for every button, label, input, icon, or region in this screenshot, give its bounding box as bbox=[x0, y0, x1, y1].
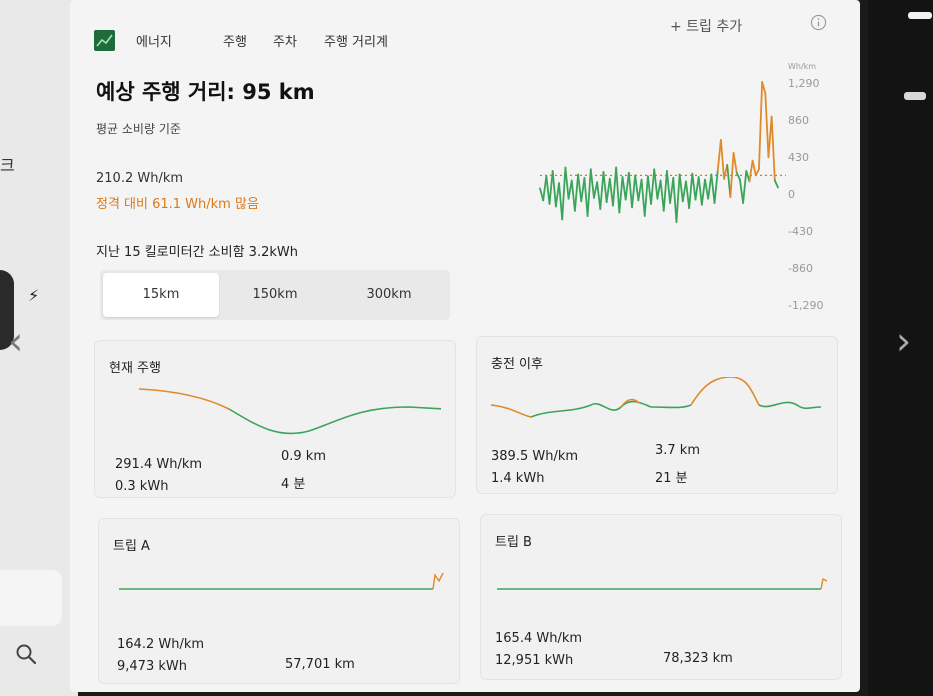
chevron-right-icon[interactable]: › bbox=[896, 322, 911, 360]
chart-line-segment bbox=[574, 173, 579, 212]
chart-line-segment bbox=[688, 172, 694, 210]
chart-line-segment bbox=[643, 175, 649, 217]
chart-line-segment bbox=[615, 166, 621, 214]
sparkline bbox=[119, 572, 444, 590]
chart-line-segment bbox=[577, 173, 583, 203]
range-selector: 15km 150km 300km bbox=[100, 270, 450, 320]
tab-trip-odometer[interactable]: 주행 거리계 bbox=[324, 31, 388, 50]
chart-line-segment bbox=[748, 159, 754, 183]
chart-line-segment bbox=[773, 179, 779, 189]
chart-line-segment bbox=[631, 174, 637, 209]
chevron-left-icon[interactable]: ‹ bbox=[8, 322, 23, 360]
tile-stat: 9,473 kWh bbox=[117, 659, 187, 674]
y-tick-label: 430 bbox=[788, 151, 809, 164]
tab-park[interactable]: 주차 bbox=[273, 31, 297, 50]
chart-line-segment bbox=[735, 171, 741, 181]
y-tick-label: 0 bbox=[788, 188, 795, 201]
recent-consumption-label: 지난 15 킬로미터간 소비함 3.2kWh bbox=[96, 245, 298, 260]
tile-stat: 1.4 kWh bbox=[491, 471, 545, 486]
estimated-range-title: 예상 주행 거리: 95 km bbox=[96, 80, 315, 104]
chart-unit: Wh/km bbox=[788, 62, 817, 71]
tile-stat: 291.4 Wh/km bbox=[115, 457, 203, 472]
chart-line-segment bbox=[602, 170, 608, 204]
tile-stat: 21 분 bbox=[655, 471, 688, 486]
chart-line-segment bbox=[650, 168, 656, 205]
chart-line-segment bbox=[551, 170, 557, 208]
tile-stat: 78,323 km bbox=[663, 651, 733, 666]
y-tick-label: 1,290 bbox=[788, 77, 820, 90]
chart-line-segment bbox=[653, 168, 659, 200]
tile-trip-b[interactable]: 트립 B 165.4 Wh/km 12,951 kWh 78,323 km bbox=[480, 514, 842, 680]
tile-stat: 164.2 Wh/km bbox=[117, 637, 205, 652]
y-tick-label: 860 bbox=[788, 114, 809, 127]
tile-stat: 57,701 km bbox=[285, 657, 355, 672]
chart-line-segment bbox=[599, 170, 605, 210]
chart-line-segment bbox=[754, 168, 760, 177]
chart-line-segment bbox=[770, 115, 776, 182]
chart-line-segment bbox=[719, 139, 725, 180]
tile-stat: 3.7 km bbox=[655, 443, 700, 458]
tile-title: 충전 이후 bbox=[491, 357, 543, 372]
left-background-panel: 크 ⚡ ‹ bbox=[0, 0, 78, 696]
tile-trip-a[interactable]: 트립 A 164.2 Wh/km 9,473 kWh 57,701 km bbox=[98, 518, 460, 684]
chart-line-segment bbox=[627, 171, 633, 209]
left-fragment-text: 크 bbox=[0, 156, 15, 175]
chart-line-segment bbox=[662, 170, 668, 212]
chart-line-segment bbox=[589, 168, 595, 199]
info-icon[interactable] bbox=[810, 14, 827, 31]
chart-line-segment bbox=[700, 178, 706, 206]
app-title: 에너지 bbox=[136, 35, 172, 50]
chart-line-segment bbox=[697, 176, 703, 206]
energy-card: 에너지 주행 주차 주행 거리계 + 트립 추가 예상 주행 거리: 95 km… bbox=[70, 0, 860, 692]
ceiling-light bbox=[904, 92, 926, 100]
tile-stat: 0.3 kWh bbox=[115, 479, 169, 494]
tile-stat: 389.5 Wh/km bbox=[491, 449, 579, 464]
tile-stat: 4 분 bbox=[281, 477, 306, 492]
range-tab-150km[interactable]: 150km bbox=[217, 273, 333, 317]
chart-line-segment bbox=[672, 177, 678, 223]
chart-line-segment bbox=[640, 178, 646, 217]
tile-stat: 12,951 kWh bbox=[495, 653, 574, 668]
search-icon[interactable] bbox=[14, 642, 38, 666]
bolt-icon: ⚡ bbox=[28, 286, 40, 305]
left-card bbox=[0, 570, 62, 626]
average-consumption: 210.2 Wh/km bbox=[96, 171, 184, 186]
ceiling-light bbox=[908, 12, 932, 19]
chart-line-segment bbox=[618, 176, 624, 214]
sparkline bbox=[497, 577, 827, 590]
range-tab-15km[interactable]: 15km bbox=[103, 273, 219, 317]
tile-title: 트립 B bbox=[495, 535, 532, 550]
tab-drive[interactable]: 주행 bbox=[223, 31, 247, 50]
consumption-difference: 정격 대비 61.1 Wh/km 많음 bbox=[96, 197, 259, 212]
sparkline bbox=[491, 377, 822, 418]
chart-line-segment bbox=[666, 170, 672, 204]
chart-line-segment bbox=[564, 166, 570, 200]
chart-line-segment bbox=[742, 170, 748, 204]
chart-line-segment bbox=[678, 173, 684, 203]
tile-title: 트립 A bbox=[113, 539, 150, 554]
tile-title: 현재 주행 bbox=[109, 361, 161, 376]
chart-line-segment bbox=[732, 151, 738, 174]
tile-since-charge[interactable]: 충전 이후 389.5 Wh/km 1.4 kWh 3.7 km 21 분 bbox=[476, 336, 838, 494]
chart-line-segment bbox=[751, 159, 757, 177]
tile-stat: 165.4 Wh/km bbox=[495, 631, 583, 646]
sparkline bbox=[138, 388, 441, 435]
chart-line-segment bbox=[691, 172, 697, 201]
tile-current-drive[interactable]: 현재 주행 291.4 Wh/km 0.3 kWh 0.9 km 4 분 bbox=[94, 340, 456, 498]
y-tick-label: -1,290 bbox=[788, 299, 824, 312]
estimated-range-subtitle: 평균 소비량 기준 bbox=[96, 122, 181, 136]
y-tick-label: -430 bbox=[788, 225, 813, 238]
chart-line-segment bbox=[561, 166, 567, 221]
add-trip-button[interactable]: + 트립 추가 bbox=[670, 16, 742, 36]
chart-line-segment bbox=[764, 92, 770, 159]
energy-graph-icon bbox=[94, 30, 115, 51]
tile-stat: 0.9 km bbox=[281, 449, 326, 464]
y-tick-label: -860 bbox=[788, 262, 813, 275]
chart-line-segment bbox=[758, 81, 764, 171]
chart-line-segment bbox=[586, 168, 592, 217]
chart-line-segment bbox=[634, 174, 640, 202]
range-tab-300km[interactable]: 300km bbox=[331, 273, 447, 317]
chart-line-segment bbox=[675, 173, 681, 223]
